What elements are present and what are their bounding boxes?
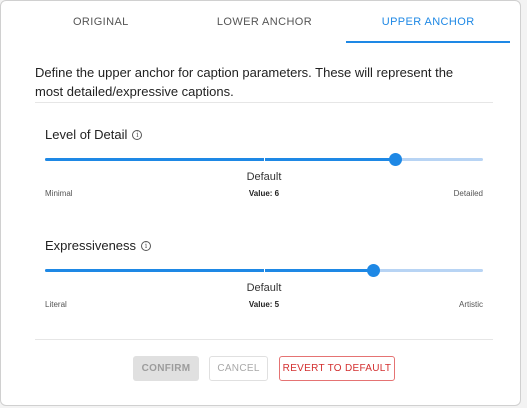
slider-track — [45, 158, 396, 161]
info-icon[interactable]: i — [132, 129, 143, 140]
caption-anchor-dialog: ORIGINAL LOWER ANCHOR UPPER ANCHOR Defin… — [0, 0, 521, 406]
slider-thumb[interactable] — [367, 264, 380, 277]
expressiveness-text: Expressiveness — [45, 238, 137, 253]
expressiveness-slider[interactable] — [45, 264, 483, 277]
slider-value-readout: Value: 5 — [248, 300, 280, 309]
level-of-detail-text: Level of Detail — [45, 127, 128, 142]
divider — [35, 339, 493, 340]
slider-max-label: Detailed — [453, 189, 483, 198]
level-of-detail-label: Level of Detail i — [45, 127, 143, 142]
default-marker-label: Default — [246, 171, 282, 183]
revert-to-default-button[interactable]: REVERT TO DEFAULT — [279, 356, 395, 381]
slider-default-mark — [264, 157, 265, 162]
divider — [35, 102, 493, 103]
tab-original[interactable]: ORIGINAL — [19, 1, 183, 43]
dialog-actions: CONFIRM CANCEL REVERT TO DEFAULT — [1, 356, 522, 382]
expressiveness-section: Expressiveness i Default Literal Value: … — [45, 238, 483, 328]
slider-default-mark — [264, 268, 265, 273]
slider-track — [45, 269, 374, 272]
default-marker-label: Default — [246, 282, 282, 294]
expressiveness-label: Expressiveness i — [45, 238, 152, 253]
slider-value-readout: Value: 6 — [248, 189, 280, 198]
cancel-button[interactable]: CANCEL — [209, 356, 268, 381]
tab-lower-anchor[interactable]: LOWER ANCHOR — [183, 1, 347, 43]
tab-bar: ORIGINAL LOWER ANCHOR UPPER ANCHOR — [19, 1, 510, 43]
info-icon[interactable]: i — [141, 240, 152, 251]
confirm-button[interactable]: CONFIRM — [133, 356, 199, 381]
slider-max-label: Artistic — [459, 300, 483, 309]
level-of-detail-slider[interactable] — [45, 153, 483, 166]
slider-thumb[interactable] — [388, 153, 402, 166]
level-of-detail-section: Level of Detail i Default Minimal Value:… — [45, 127, 483, 217]
tab-upper-anchor[interactable]: UPPER ANCHOR — [346, 1, 510, 43]
anchor-description: Define the upper anchor for caption para… — [35, 65, 454, 99]
